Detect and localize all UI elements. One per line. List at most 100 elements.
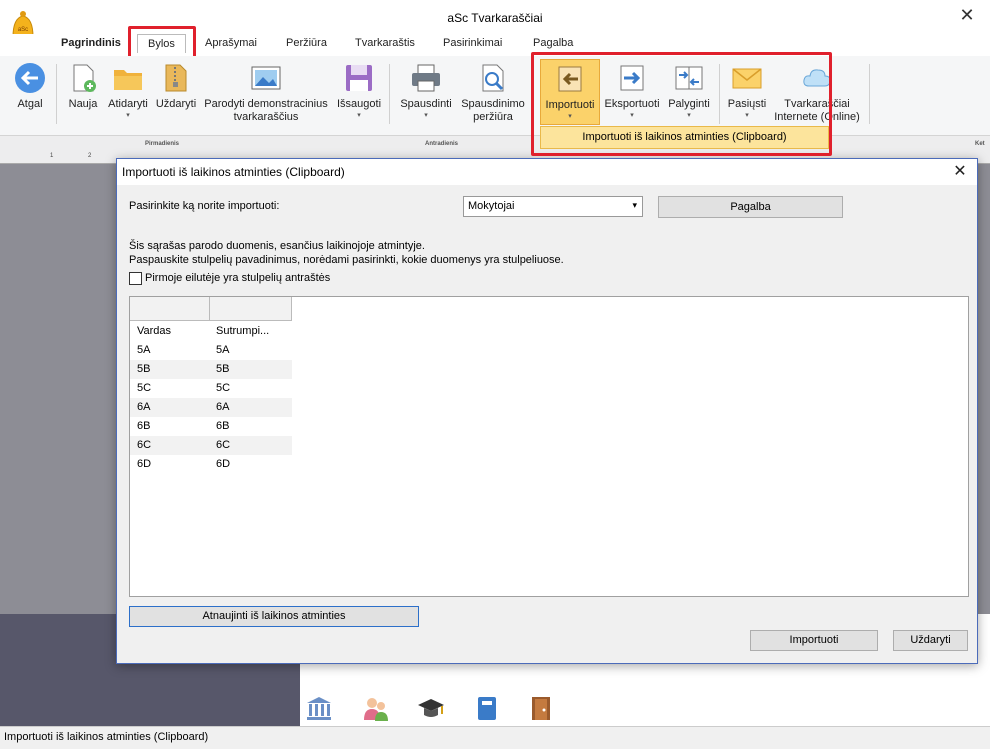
import-button[interactable]: Importuoti ▾	[540, 59, 600, 125]
table-cell: 5C	[216, 382, 231, 394]
status-text: Importuoti iš laikinos atminties (Clipbo…	[4, 731, 209, 743]
help-button[interactable]: Pagalba	[658, 196, 843, 218]
teachers-icon[interactable]	[362, 694, 390, 722]
import-dropdown-icon[interactable]: ▾	[541, 112, 599, 121]
send-dropdown-icon[interactable]: ▾	[724, 111, 770, 120]
import-clipboard-dialog: Importuoti iš laikinos atminties (Clipbo…	[116, 158, 978, 664]
table-row: 6B 6B	[130, 417, 292, 436]
online-label-2: Internete (Online)	[774, 111, 860, 123]
table-cell: 5B	[216, 363, 230, 375]
table-cell: 5C	[137, 382, 152, 394]
book-icon[interactable]	[473, 694, 501, 722]
save-label: Išsaugoti	[336, 98, 382, 110]
dialog-title: Importuoti iš laikinos atminties (Clipbo…	[122, 165, 345, 179]
table-cell: 5A	[216, 344, 230, 356]
column-name-sutrumpinimas[interactable]: Sutrumpi...	[216, 325, 269, 337]
import-from-clipboard-menu-item[interactable]: Importuoti iš laikinos atminties (Clipbo…	[540, 126, 829, 149]
dialog-close-icon[interactable]: ✕	[949, 161, 971, 183]
day-monday: Pirmadienis	[145, 141, 180, 147]
compare-dropdown-icon[interactable]: ▾	[664, 111, 714, 120]
compare-label: Palyginti	[668, 98, 710, 110]
tab-bylos[interactable]: Bylos	[137, 34, 186, 53]
print-preview-button[interactable]: Spausdinimo peržiūra	[458, 62, 528, 124]
table-cell: 6C	[216, 439, 231, 451]
table-cell: 5B	[137, 363, 151, 375]
print-preview-label-1: Spausdinimo	[461, 98, 525, 110]
app-title: aSc Tvarkaraščiai	[447, 11, 543, 25]
demo-button[interactable]: Parodyti demonstracinius tvarkaraščius	[200, 62, 332, 124]
table-row: 6A 6A	[130, 398, 292, 417]
import-type-select[interactable]: Mokytojai ▾	[463, 196, 643, 217]
save-button[interactable]: Išsaugoti ▾	[334, 62, 384, 120]
envelope-icon	[732, 68, 762, 89]
ribbon-separator	[389, 64, 390, 124]
ribbon-separator	[56, 64, 57, 124]
floppy-disk-icon	[346, 65, 372, 91]
column-name-vardas[interactable]: Vardas	[137, 325, 171, 337]
tab-aprasymai[interactable]: Aprašymai	[205, 37, 257, 49]
open-button[interactable]: Atidaryti ▾	[104, 62, 152, 120]
demo-label-2: tvarkaraščius	[233, 111, 299, 123]
new-file-icon	[73, 64, 96, 92]
send-button[interactable]: Pasiųsti ▾	[724, 62, 770, 120]
dialog-titlebar: Importuoti iš laikinos atminties (Clipbo…	[117, 159, 977, 185]
picture-icon	[251, 66, 281, 90]
online-button[interactable]: Tvarkaraščiai Internete (Online)	[770, 62, 864, 124]
print-button[interactable]: Spausdinti ▾	[396, 62, 456, 120]
period-1: 1	[50, 153, 54, 159]
graduation-cap-icon[interactable]	[417, 694, 445, 722]
save-dropdown-icon[interactable]: ▾	[334, 111, 384, 120]
column-header-2[interactable]	[210, 297, 292, 321]
back-button[interactable]: Atgal	[12, 62, 48, 111]
import-label: Importuoti	[545, 99, 595, 111]
import-arrow-icon	[558, 66, 582, 92]
print-dropdown-icon[interactable]: ▾	[396, 111, 456, 120]
table-cell: 6D	[137, 458, 152, 470]
ribbon-separator	[719, 64, 720, 124]
folder-open-icon	[114, 70, 142, 90]
title-bar: aSc aSc Tvarkaraščiai ✕	[0, 0, 990, 43]
ribbon-separator	[532, 64, 533, 124]
tab-tvarkarastis[interactable]: Tvarkaraštis	[355, 37, 415, 49]
online-label-1: Tvarkaraščiai	[784, 98, 850, 110]
menu-bar: Pagrindinis Bylos Aprašymai Peržiūra Tva…	[0, 34, 990, 56]
period-2: 2	[88, 153, 92, 159]
table-cell: 6C	[137, 439, 152, 451]
column-header-1[interactable]	[130, 297, 210, 321]
first-row-header-label: Pirmoje eilutėje yra stulpelių antraštės	[145, 272, 331, 284]
first-row-header-checkbox[interactable]	[129, 272, 142, 285]
export-dropdown-icon[interactable]: ▾	[602, 111, 662, 120]
tab-perziura[interactable]: Peržiūra	[286, 37, 327, 49]
table-cell: 6D	[216, 458, 231, 470]
table-cell: 5A	[137, 344, 151, 356]
refresh-from-clipboard-button[interactable]: Atnaujinti iš laikinos atminties	[129, 606, 419, 627]
table-cell: 6A	[216, 401, 230, 413]
door-icon[interactable]	[527, 694, 555, 722]
magnifier-document-icon	[482, 64, 504, 92]
close-file-button[interactable]: Uždaryti	[153, 62, 199, 111]
tab-pasirinkimai[interactable]: Pasirinkimai	[443, 37, 502, 49]
back-label: Atgal	[17, 98, 43, 110]
chevron-down-icon: ▾	[632, 200, 637, 210]
demo-label-1: Parodyti demonstracinius	[204, 98, 328, 110]
day-tuesday: Antradienis	[425, 141, 459, 147]
print-label: Spausdinti	[400, 98, 452, 110]
import-confirm-button[interactable]: Importuoti	[750, 630, 878, 651]
new-label: Nauja	[68, 98, 98, 110]
table-row: 5C 5C	[130, 379, 292, 398]
import-type-value: Mokytojai	[468, 200, 515, 212]
export-button[interactable]: Eksportuoti ▾	[602, 62, 662, 120]
open-dropdown-icon[interactable]: ▾	[104, 111, 152, 120]
table-row: 6D 6D	[130, 455, 292, 474]
cloud-icon	[803, 69, 831, 87]
tab-pagrindinis[interactable]: Pagrindinis	[61, 37, 121, 49]
clipboard-data-grid: Vardas Sutrumpi... 5A 5A 5B 5B 5C 5C 6A …	[129, 296, 969, 597]
close-dialog-button[interactable]: Uždaryti	[893, 630, 968, 651]
tab-pagalba[interactable]: Pagalba	[533, 37, 573, 49]
window-close-icon[interactable]: ✕	[944, 0, 990, 32]
info-text-2: Paspauskite stulpelių pavadinimus, norėd…	[129, 254, 564, 266]
school-building-icon[interactable]	[305, 694, 333, 722]
info-text-1: Šis sąrašas parodo duomenis, esančius la…	[129, 240, 425, 252]
new-button[interactable]: Nauja	[64, 62, 102, 111]
compare-button[interactable]: Palyginti ▾	[664, 62, 714, 120]
